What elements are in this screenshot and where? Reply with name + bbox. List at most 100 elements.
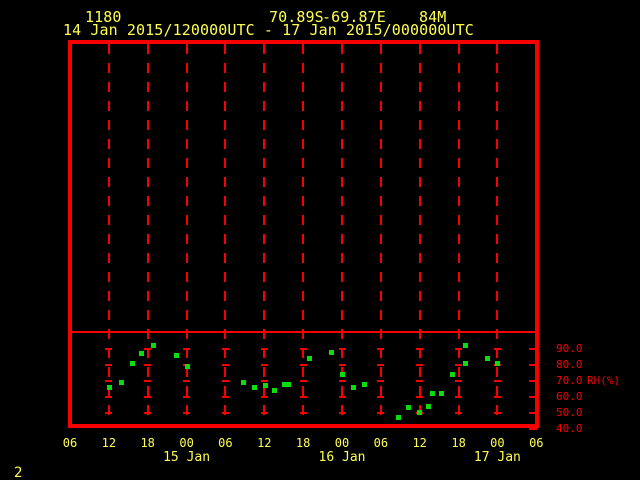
grid-cross-mark [260, 347, 268, 350]
rh-data-point [439, 391, 445, 397]
rh-data-point [151, 343, 156, 349]
grid-cross-mark [416, 347, 424, 350]
rh-data-point [241, 379, 247, 385]
vertical-gridline [418, 44, 421, 424]
grid-cross-mark [105, 363, 113, 366]
y-axis-tick-label: 60.0 [556, 390, 583, 404]
grid-cross-mark [105, 411, 113, 414]
page-number: 2 [14, 465, 23, 480]
x-axis-tick-label: 06 [373, 436, 389, 450]
grid-cross-mark [144, 363, 152, 366]
y-axis-unit-label: RH(%) [587, 374, 621, 388]
rh-data-point [340, 371, 346, 377]
grid-cross-mark [221, 395, 229, 398]
rh-data-point [263, 383, 269, 389]
grid-cross-mark [299, 363, 307, 366]
vertical-gridline [224, 44, 227, 424]
rh-data-point [450, 371, 456, 377]
rh-data-point [417, 410, 423, 416]
rh-data-point [285, 381, 291, 387]
grid-cross-mark [338, 363, 346, 366]
y-axis-tick [529, 395, 537, 398]
grid-cross-mark [221, 379, 229, 382]
x-axis-tick-label: 18 [140, 436, 155, 450]
grid-cross-mark [455, 347, 463, 350]
rh-data-point [107, 384, 112, 390]
grid-cross-mark [377, 395, 385, 398]
grid-cross-mark [338, 411, 346, 414]
rh-data-point [429, 391, 435, 397]
x-axis-day-label: 17 Jan [473, 450, 521, 465]
rh-data-point [395, 415, 401, 420]
grid-cross-mark [183, 411, 191, 414]
y-axis-tick-label: 80.0 [556, 358, 583, 372]
x-axis-tick-label: 18 [295, 436, 311, 450]
grid-cross-mark [105, 379, 113, 382]
x-axis-tick-label: 12 [101, 436, 117, 450]
grid-cross-mark [377, 347, 385, 350]
grid-cross-mark [144, 395, 152, 398]
rh-data-point [329, 349, 335, 355]
x-axis-tick-label: 06 [218, 436, 233, 450]
rh-data-point [362, 381, 368, 387]
rh-data-point [306, 355, 312, 361]
y-axis-tick-label: 70.0 [556, 374, 583, 388]
y-axis-tick [529, 427, 537, 430]
y-axis-tick-label: 50.0 [556, 406, 583, 420]
grid-cross-mark [338, 347, 346, 350]
grid-cross-mark [493, 347, 501, 350]
y-axis-tick-label: 90.0 [556, 342, 583, 356]
vertical-gridline [341, 44, 343, 424]
grid-cross-mark [416, 379, 424, 382]
y-axis-tick [529, 411, 537, 414]
grid-cross-mark [338, 379, 346, 382]
vertical-gridline [496, 44, 499, 424]
x-axis-tick-label: 00 [179, 436, 194, 450]
grid-cross-mark [144, 347, 152, 350]
grid-cross-mark [260, 395, 268, 398]
vertical-gridline [457, 44, 460, 424]
grid-cross-mark [377, 379, 385, 382]
grid-cross-mark [455, 379, 463, 382]
vertical-gridline [379, 44, 382, 424]
rh-data-point [129, 360, 135, 366]
grid-cross-mark [493, 411, 501, 414]
grid-cross-mark [105, 347, 113, 350]
x-axis-day-label: 15 Jan [163, 450, 211, 465]
grid-cross-mark [299, 347, 307, 350]
x-axis-tick-label: 06 [62, 436, 78, 450]
vertical-gridline [302, 44, 305, 424]
rh-panel-top-line [70, 331, 537, 333]
grid-cross-mark [377, 363, 385, 366]
vertical-gridline [107, 44, 110, 424]
grid-cross-mark [455, 411, 463, 414]
grid-cross-mark [299, 379, 307, 382]
grid-cross-mark [144, 379, 152, 382]
rh-data-point [271, 387, 277, 393]
rh-data-point [139, 351, 145, 357]
y-axis-tick [529, 347, 537, 350]
grid-cross-mark [260, 363, 268, 366]
rh-data-point [119, 379, 125, 385]
y-axis-tick [529, 379, 537, 382]
y-axis-tick [529, 363, 537, 366]
rh-data-point [351, 384, 357, 390]
grid-cross-mark [105, 395, 113, 398]
grid-cross-mark [338, 395, 346, 398]
meteogram-figure: 1180 70.89S -69.87E 84M 14 Jan 2015/1200… [0, 0, 640, 480]
time-period-label: 14 Jan 2015/120000UTC - 17 Jan 2015/0000… [63, 21, 474, 39]
rh-data-point [462, 343, 468, 349]
x-axis-tick-label: 12 [257, 436, 272, 450]
vertical-gridline [146, 44, 149, 424]
grid-cross-mark [221, 411, 229, 414]
grid-cross-mark [493, 379, 501, 382]
grid-cross-mark [183, 395, 191, 398]
x-axis-tick-label: 00 [490, 436, 505, 450]
grid-cross-mark [144, 411, 152, 414]
x-axis-tick-label: 00 [334, 436, 350, 450]
x-axis-day-label: 16 Jan [318, 450, 366, 465]
grid-cross-mark [377, 411, 385, 414]
grid-cross-mark [221, 347, 229, 350]
rh-data-point [462, 360, 468, 366]
rh-data-point [426, 403, 432, 409]
